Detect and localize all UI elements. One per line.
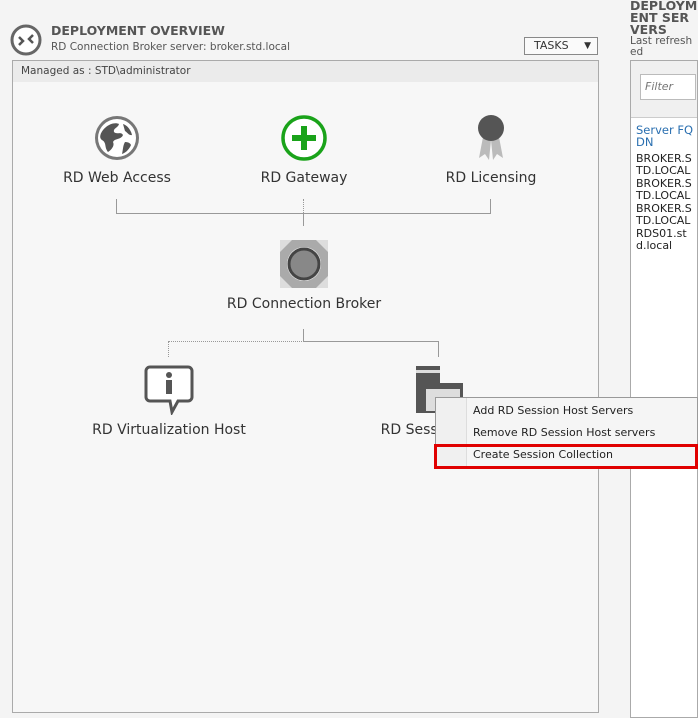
connection-broker-icon[interactable]	[280, 240, 328, 288]
overview-subtitle: RD Connection Broker server: broker.std.…	[51, 41, 291, 53]
connector	[303, 329, 304, 341]
info-bubble-icon[interactable]	[144, 365, 194, 415]
highlight-box	[434, 444, 698, 469]
overview-title: DEPLOYMENT OVERVIEW	[51, 23, 225, 38]
servers-heading: DEPLOYMENT SERVERS Last refreshed	[630, 0, 698, 58]
connector	[116, 199, 117, 214]
license-ribbon-icon[interactable]	[474, 113, 508, 163]
servers-panel: Filter Server FQDN BROKER.STD.LOCAL BROK…	[630, 60, 698, 718]
connector	[303, 341, 439, 342]
role-gateway[interactable]: RD Gateway	[261, 170, 348, 186]
table-row[interactable]: RDS01.std.local	[636, 228, 696, 252]
deployment-overview-icon	[10, 24, 42, 56]
column-server-fqdn[interactable]: Server FQDN	[636, 124, 696, 148]
managed-as: Managed as : STD\administrator	[13, 61, 598, 82]
role-virtualization-host[interactable]: RD Virtualization Host	[92, 422, 246, 438]
connector	[303, 199, 304, 213]
globe-icon[interactable]	[93, 114, 141, 162]
connector	[490, 199, 491, 214]
add-gateway-icon[interactable]	[280, 114, 328, 162]
servers-header: Filter	[631, 61, 697, 118]
role-connection-broker[interactable]: RD Connection Broker	[227, 296, 381, 312]
chevron-down-icon: ▼	[584, 41, 591, 51]
tasks-button[interactable]: TASKS ▼	[524, 37, 598, 55]
table-row[interactable]: BROKER.STD.LOCAL	[636, 178, 696, 202]
connector	[303, 213, 304, 226]
servers-subtitle: Last refreshed	[630, 35, 693, 58]
filter-input[interactable]: Filter	[640, 74, 696, 100]
role-licensing[interactable]: RD Licensing	[446, 170, 537, 186]
connector	[168, 341, 304, 357]
servers-title: DEPLOYMENT SERVERS	[630, 0, 698, 37]
table-row[interactable]: BROKER.STD.LOCAL	[636, 153, 696, 177]
connector	[438, 341, 439, 357]
tasks-label: TASKS	[534, 39, 569, 52]
menu-item-remove-session-host[interactable]: Remove RD Session Host servers	[473, 426, 655, 439]
role-web-access[interactable]: RD Web Access	[63, 170, 171, 186]
table-row[interactable]: BROKER.STD.LOCAL	[636, 203, 696, 227]
menu-item-add-session-host[interactable]: Add RD Session Host Servers	[473, 404, 633, 417]
